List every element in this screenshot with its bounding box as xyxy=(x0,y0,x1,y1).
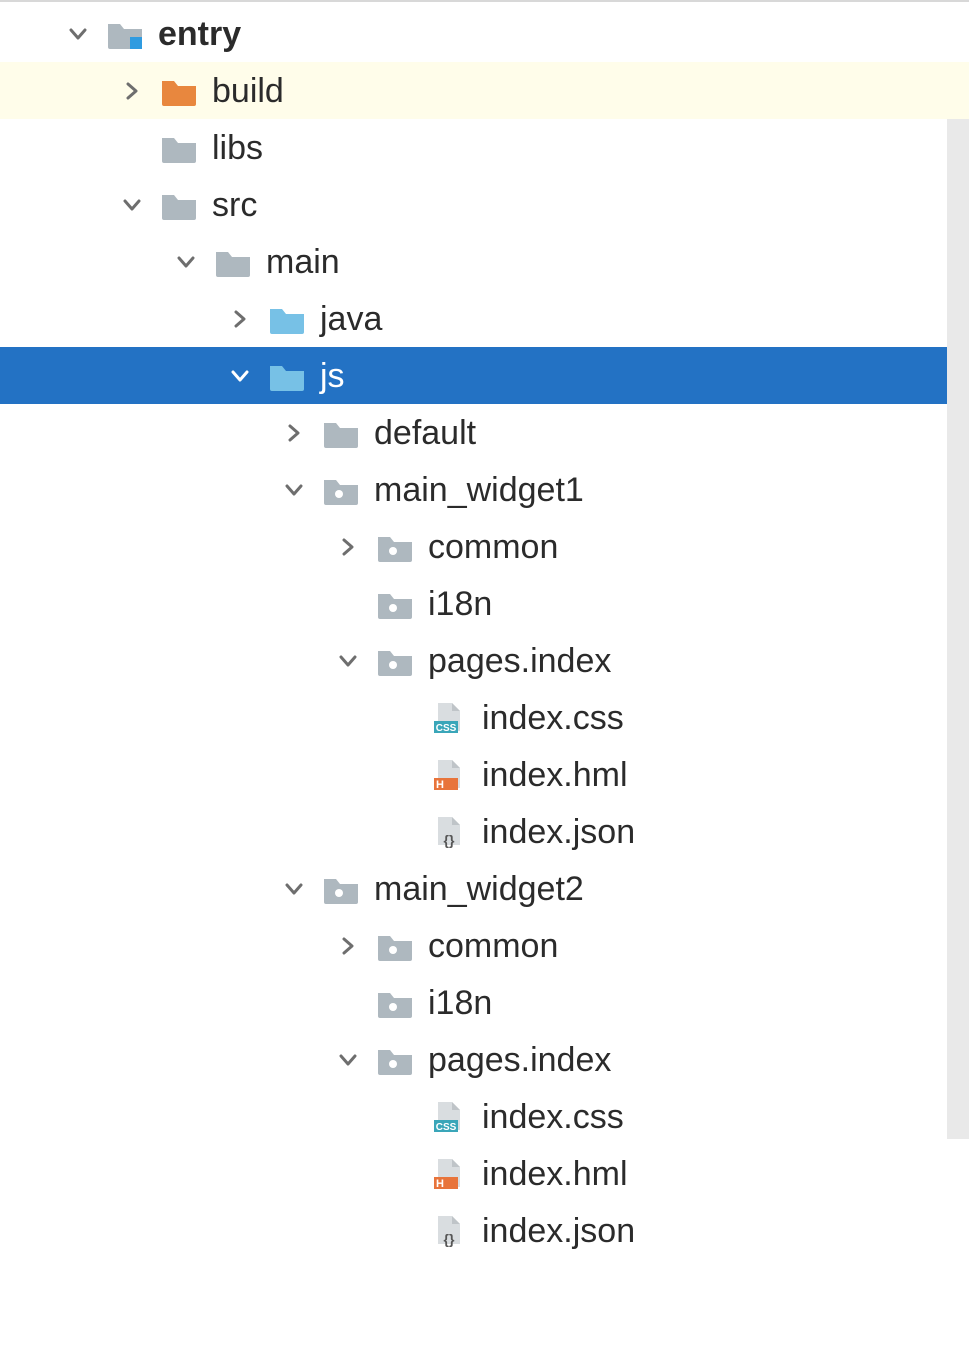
chevron-right-icon[interactable] xyxy=(118,77,146,105)
tree-row[interactable]: H index.hml xyxy=(0,1145,969,1202)
tree-row[interactable]: CSS index.css xyxy=(0,1088,969,1145)
tree-item-label: main_widget1 xyxy=(374,473,584,507)
file-tree: entry build libs src main java js defaul… xyxy=(0,2,969,1259)
scrollbar[interactable] xyxy=(947,119,969,1139)
tree-item-label: common xyxy=(428,929,558,963)
svg-text:H: H xyxy=(436,1178,444,1190)
svg-text:CSS: CSS xyxy=(436,723,457,734)
tree-item-label: main xyxy=(266,245,340,279)
pkg-grey-icon xyxy=(376,986,414,1020)
module-icon xyxy=(106,17,144,51)
file-json-icon: {} xyxy=(430,1214,468,1248)
folder-blue-icon xyxy=(268,302,306,336)
file-css-icon: CSS xyxy=(430,1100,468,1134)
tree-item-label: src xyxy=(212,188,257,222)
chevron-right-icon[interactable] xyxy=(334,932,362,960)
tree-item-label: index.css xyxy=(482,701,624,735)
pkg-grey-icon xyxy=(376,587,414,621)
tree-item-label: i18n xyxy=(428,986,492,1020)
tree-item-label: index.hml xyxy=(482,758,628,792)
folder-grey-icon xyxy=(322,416,360,450)
chevron-right-icon[interactable] xyxy=(226,305,254,333)
chevron-down-icon[interactable] xyxy=(280,476,308,504)
tree-item-label: main_widget2 xyxy=(374,872,584,906)
tree-item-label: pages.index xyxy=(428,644,611,678)
folder-grey-icon xyxy=(160,188,198,222)
folder-blue-icon xyxy=(268,359,306,393)
tree-row[interactable]: common xyxy=(0,518,969,575)
tree-row[interactable]: i18n xyxy=(0,575,969,632)
tree-row[interactable]: CSS index.css xyxy=(0,689,969,746)
tree-row[interactable]: pages.index xyxy=(0,632,969,689)
tree-row[interactable]: build xyxy=(0,62,969,119)
folder-grey-icon xyxy=(214,245,252,279)
chevron-down-icon[interactable] xyxy=(172,248,200,276)
chevron-down-icon[interactable] xyxy=(64,20,92,48)
pkg-grey-icon xyxy=(322,473,360,507)
chevron-down-icon[interactable] xyxy=(334,1046,362,1074)
tree-row[interactable]: pages.index xyxy=(0,1031,969,1088)
tree-item-label: index.json xyxy=(482,1214,635,1248)
tree-row[interactable]: default xyxy=(0,404,969,461)
tree-row[interactable]: H index.hml xyxy=(0,746,969,803)
svg-text:{}: {} xyxy=(444,832,455,848)
folder-orange-icon xyxy=(160,74,198,108)
file-hml-icon: H xyxy=(430,758,468,792)
svg-text:{}: {} xyxy=(444,1231,455,1247)
tree-row[interactable]: main xyxy=(0,233,969,290)
tree-row[interactable]: common xyxy=(0,917,969,974)
tree-row[interactable]: {} index.json xyxy=(0,1202,969,1259)
chevron-down-icon[interactable] xyxy=(118,191,146,219)
file-json-icon: {} xyxy=(430,815,468,849)
pkg-grey-icon xyxy=(376,644,414,678)
tree-row[interactable]: js xyxy=(0,347,969,404)
file-hml-icon: H xyxy=(430,1157,468,1191)
file-css-icon: CSS xyxy=(430,701,468,735)
chevron-down-icon[interactable] xyxy=(334,647,362,675)
tree-row[interactable]: src xyxy=(0,176,969,233)
tree-item-label: libs xyxy=(212,131,263,165)
tree-item-label: java xyxy=(320,302,382,336)
chevron-down-icon[interactable] xyxy=(280,875,308,903)
tree-row[interactable]: i18n xyxy=(0,974,969,1031)
tree-item-label: common xyxy=(428,530,558,564)
tree-row[interactable]: main_widget2 xyxy=(0,860,969,917)
tree-row[interactable]: main_widget1 xyxy=(0,461,969,518)
svg-text:CSS: CSS xyxy=(436,1122,457,1133)
tree-item-label: index.hml xyxy=(482,1157,628,1191)
tree-row[interactable]: libs xyxy=(0,119,969,176)
tree-item-label: js xyxy=(320,359,345,393)
tree-item-label: entry xyxy=(158,17,241,51)
tree-item-label: build xyxy=(212,74,284,108)
tree-row[interactable]: java xyxy=(0,290,969,347)
pkg-grey-icon xyxy=(322,872,360,906)
tree-row[interactable]: entry xyxy=(0,5,969,62)
chevron-right-icon[interactable] xyxy=(334,533,362,561)
pkg-grey-icon xyxy=(376,530,414,564)
tree-item-label: index.json xyxy=(482,815,635,849)
tree-row[interactable]: {} index.json xyxy=(0,803,969,860)
chevron-down-icon[interactable] xyxy=(226,362,254,390)
svg-text:H: H xyxy=(436,779,444,791)
pkg-grey-icon xyxy=(376,1043,414,1077)
folder-grey-icon xyxy=(160,131,198,165)
pkg-grey-icon xyxy=(376,929,414,963)
tree-item-label: i18n xyxy=(428,587,492,621)
tree-item-label: default xyxy=(374,416,476,450)
tree-item-label: index.css xyxy=(482,1100,624,1134)
chevron-right-icon[interactable] xyxy=(280,419,308,447)
tree-item-label: pages.index xyxy=(428,1043,611,1077)
